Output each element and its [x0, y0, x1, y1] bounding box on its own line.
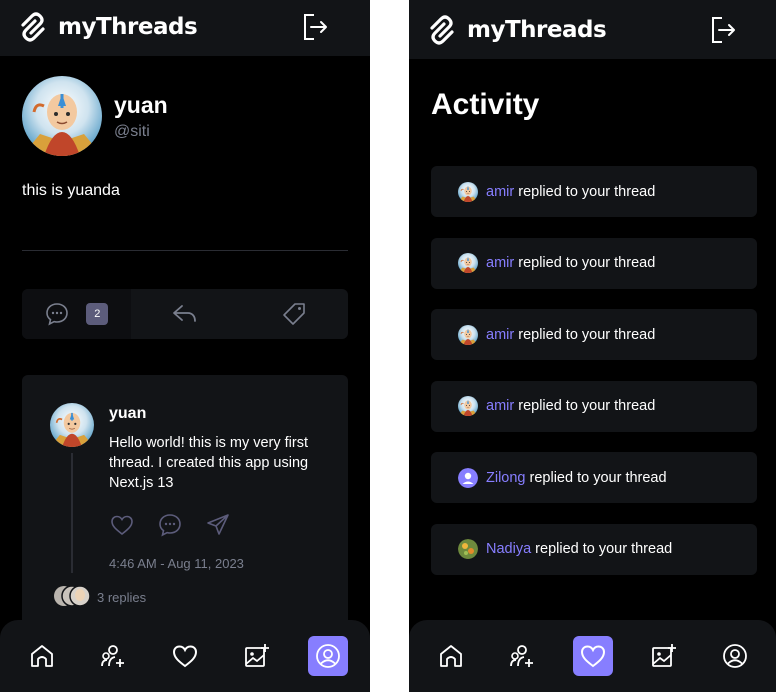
activity-action: replied to your thread	[518, 326, 656, 343]
add-user-icon	[101, 645, 125, 667]
threads-logo-icon[interactable]	[18, 11, 48, 43]
activity-user-name[interactable]: Nadiya	[486, 541, 531, 557]
activity-text: amir replied to your thread	[486, 327, 655, 343]
thread-date: 4:46 AM - Aug 11, 2023	[109, 556, 244, 571]
heart-icon	[580, 645, 605, 668]
profile-circle-icon	[722, 644, 747, 668]
reply-bubble-icon[interactable]	[157, 512, 183, 538]
share-icon[interactable]	[205, 512, 231, 538]
activity-screen: myThreads Activity amir replied to your …	[409, 0, 776, 692]
nav-home[interactable]	[22, 636, 62, 676]
nav-profile[interactable]	[715, 636, 755, 676]
profile-circle-icon	[316, 644, 341, 668]
thread-replies-count[interactable]: 3 replies	[97, 590, 146, 605]
nav-home[interactable]	[431, 636, 471, 676]
activity-text: amir replied to your thread	[486, 184, 655, 200]
activity-user-name[interactable]: amir	[486, 184, 514, 200]
add-image-icon	[244, 644, 269, 667]
home-icon	[30, 645, 53, 667]
activity-item[interactable]: Nadiya replied to your thread	[431, 523, 757, 575]
logout-icon[interactable]	[300, 12, 330, 42]
nav-search[interactable]	[502, 636, 542, 676]
tab-replies[interactable]	[131, 289, 240, 339]
activity-action: replied to your thread	[518, 398, 656, 415]
activity-user-name[interactable]: amir	[486, 255, 514, 271]
activity-action: replied to your thread	[518, 255, 656, 272]
reply-icon	[173, 305, 196, 322]
profile-avatar	[22, 76, 102, 156]
app-name: myThreads	[467, 17, 607, 43]
thread-text: Hello world! this is my very first threa…	[109, 435, 309, 491]
profile-name: yuan	[114, 92, 168, 118]
activity-text: Nadiya replied to your thread	[486, 541, 672, 557]
page-title: Activity	[431, 88, 540, 121]
activity-action: replied to your thread	[518, 183, 656, 200]
bottom-nav	[0, 620, 370, 692]
tab-threads[interactable]: 2	[22, 289, 131, 339]
add-user-icon	[509, 645, 533, 667]
top-bar: myThreads	[0, 0, 370, 56]
nav-create-thread[interactable]	[237, 636, 277, 676]
activity-item[interactable]: amir replied to your thread	[431, 166, 757, 217]
thread-author[interactable]: yuan	[109, 405, 146, 423]
heart-icon[interactable]	[109, 512, 135, 538]
home-icon	[439, 645, 462, 667]
activity-action: replied to your thread	[535, 541, 673, 558]
activity-avatar	[458, 181, 478, 202]
nav-profile[interactable]	[308, 636, 349, 676]
top-bar: myThreads	[409, 0, 776, 59]
divider	[22, 250, 348, 251]
add-image-icon	[651, 644, 676, 667]
logout-icon[interactable]	[708, 15, 738, 45]
activity-text: amir replied to your thread	[486, 255, 655, 271]
activity-user-name[interactable]: amir	[486, 398, 514, 414]
activity-avatar	[458, 539, 478, 560]
threads-count-badge: 2	[86, 303, 109, 325]
thread-actions	[109, 512, 231, 538]
app-name: myThreads	[58, 14, 198, 40]
profile-tabs: 2	[22, 289, 348, 339]
nav-activity[interactable]	[165, 636, 205, 676]
heart-icon	[172, 645, 197, 668]
activity-item[interactable]: amir replied to your thread	[431, 237, 757, 289]
activity-avatar	[458, 253, 478, 274]
activity-text: amir replied to your thread	[486, 398, 655, 414]
activity-avatar	[458, 467, 478, 488]
activity-item[interactable]: amir replied to your thread	[431, 309, 757, 361]
profile-bio: this is yuanda	[22, 182, 120, 199]
nav-activity[interactable]	[572, 636, 613, 676]
activity-item[interactable]: amir replied to your thread	[431, 380, 757, 432]
nav-create-thread[interactable]	[644, 636, 684, 676]
bottom-nav	[409, 620, 776, 692]
activity-avatar	[458, 396, 478, 417]
thread-card[interactable]: yuan Hello world! this is my very first …	[22, 375, 348, 635]
activity-action: replied to your thread	[529, 469, 667, 486]
threads-logo-icon[interactable]	[427, 14, 457, 46]
nav-search[interactable]	[93, 636, 133, 676]
profile-screen: myThreads yuan @siti this is yuanda 2 yu…	[0, 0, 370, 692]
chat-bubble-icon	[46, 303, 69, 326]
activity-user-name[interactable]: amir	[486, 327, 514, 343]
thread-line	[71, 453, 73, 573]
profile-handle: @siti	[114, 123, 150, 140]
thread-author-avatar[interactable]	[50, 403, 94, 447]
tab-tagged[interactable]	[239, 289, 348, 339]
activity-list: amir replied to your thread amir replied …	[431, 166, 757, 596]
activity-user-name[interactable]: Zilong	[486, 470, 526, 486]
tag-icon	[282, 303, 305, 325]
reply-avatars	[54, 584, 92, 608]
activity-text: Zilong replied to your thread	[486, 470, 667, 486]
activity-item[interactable]: Zilong replied to your thread	[431, 452, 757, 504]
activity-avatar	[458, 324, 478, 345]
